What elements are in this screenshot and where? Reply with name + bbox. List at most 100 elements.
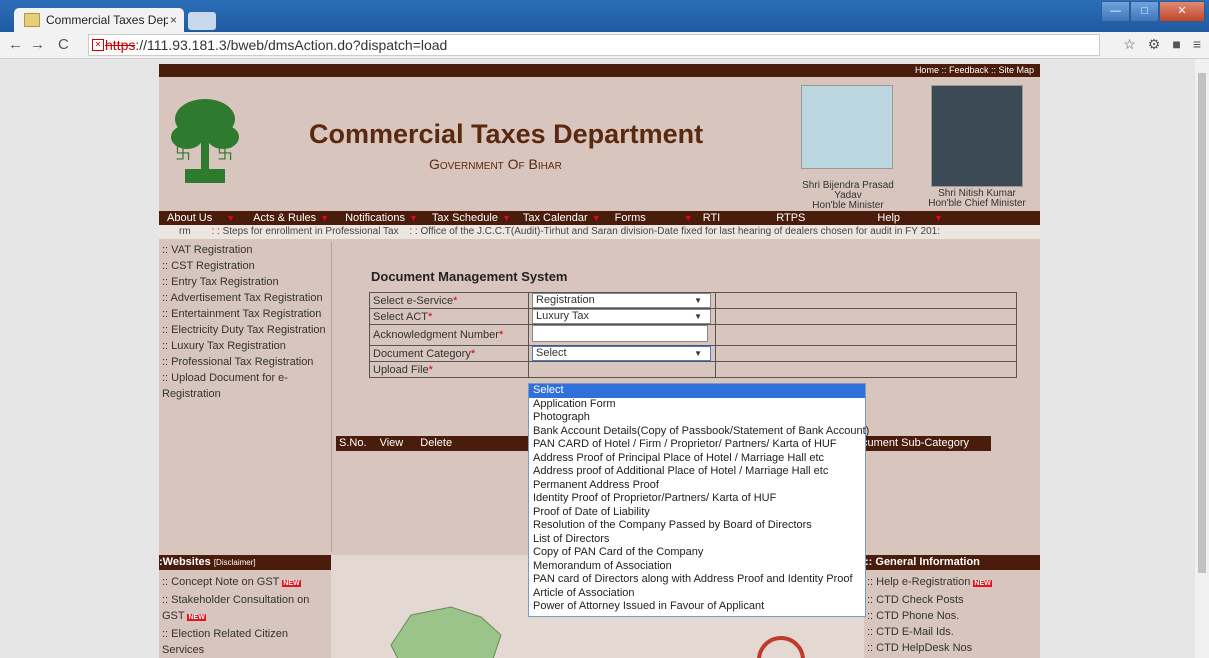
general-link[interactable]: :: Help e-Registration NEW: [867, 574, 1037, 592]
sidebar-item-advertisement[interactable]: :: Advertisement Tax Registration: [159, 290, 331, 306]
extension-square-icon[interactable]: ■: [1172, 36, 1180, 53]
sidebar-item-entry[interactable]: :: Entry Tax Registration: [159, 274, 331, 290]
sidebar-item-professional[interactable]: :: Professional Tax Registration: [159, 354, 331, 370]
new-tab-button[interactable]: [188, 12, 216, 30]
dropdown-option[interactable]: List of Directors: [529, 533, 865, 547]
website-link[interactable]: :: Concept Note on GST NEW: [162, 574, 327, 592]
news-ticker: rm : : Steps for enrollment in Professio…: [159, 225, 1040, 239]
extension-icon[interactable]: ⚙: [1148, 36, 1161, 53]
maximize-icon[interactable]: □: [1130, 1, 1159, 22]
menu-rti[interactable]: RTI: [703, 212, 721, 224]
chevron-down-icon: ▼: [934, 213, 943, 223]
websites-title: :Websites: [159, 556, 211, 568]
dropdown-option[interactable]: Copy of PAN Card of the Company: [529, 546, 865, 560]
label-category: Document Category: [373, 347, 471, 360]
menu-help[interactable]: Help: [877, 212, 900, 224]
menu-about-us[interactable]: About Us: [167, 212, 212, 224]
sidebar-item-entertainment[interactable]: :: Entertainment Tax Registration: [159, 306, 331, 322]
ack-number-input[interactable]: [532, 325, 708, 342]
menu-icon[interactable]: ≡: [1193, 36, 1201, 53]
general-link[interactable]: :: CTD E-Mail Ids.: [867, 624, 1037, 640]
bihar-emblem-icon: 卐 卐: [171, 99, 239, 183]
url-scheme: https: [105, 37, 136, 53]
menu-notifications[interactable]: Notifications: [345, 212, 405, 224]
tab-close-icon[interactable]: ×: [170, 13, 177, 27]
dropdown-option[interactable]: Address proof of Additional Place of Hot…: [529, 465, 865, 479]
dropdown-option[interactable]: Resolution of the Company Passed by Boar…: [529, 519, 865, 533]
dms-heading: Document Management System: [371, 269, 568, 284]
insecure-lock-icon: ✕: [92, 39, 104, 51]
website-link[interactable]: :: Election Related Citizen Services: [162, 626, 327, 658]
sidebar-item-electricity[interactable]: :: Electricity Duty Tax Registration: [159, 322, 331, 338]
general-link[interactable]: :: CTD Check Posts: [867, 592, 1037, 608]
dropdown-option[interactable]: Power of Attorney Issued in Favour of Ap…: [529, 600, 865, 614]
eservice-select[interactable]: Registration ▼: [532, 293, 711, 308]
forward-icon[interactable]: →: [30, 36, 45, 53]
sidebar-item-cst[interactable]: :: CST Registration: [159, 258, 331, 274]
general-info-panel: :: Help e-Registration NEW :: CTD Check …: [867, 574, 1037, 656]
tab-title: Commercial Taxes Depart: [46, 13, 168, 27]
sidebar-item-vat[interactable]: :: VAT Registration: [159, 242, 331, 258]
required-mark: *: [453, 294, 458, 307]
dropdown-option[interactable]: Photograph: [529, 411, 865, 425]
dropdown-option[interactable]: Proof of Date of Liability: [529, 506, 865, 520]
disclaimer-link[interactable]: [Disclaimer]: [214, 558, 256, 567]
star-icon[interactable]: ☆: [1123, 36, 1136, 53]
minimize-icon[interactable]: —: [1101, 1, 1130, 22]
col-view: View: [379, 437, 404, 449]
menu-rtps[interactable]: RTPS: [776, 212, 805, 224]
website-link-label: :: Election Related Citizen Services: [162, 628, 288, 656]
ticker-item[interactable]: Steps for enrollment in Professional Tax: [223, 226, 399, 237]
address-bar[interactable]: ✕ https://111.93.181.3/bweb/dmsAction.do…: [88, 34, 1100, 56]
browser-tab[interactable]: Commercial Taxes Depart ×: [14, 8, 184, 32]
dropdown-option[interactable]: Select: [529, 384, 865, 398]
general-link-label: :: Help e-Registration: [867, 576, 971, 588]
label-eservice: Select e-Service: [373, 294, 454, 307]
new-badge: NEW: [282, 580, 301, 587]
act-select[interactable]: Luxury Tax ▼: [532, 309, 711, 324]
general-link[interactable]: :: CTD Phone Nos.: [867, 608, 1037, 624]
dms-form: Select e-Service* Registration ▼ Select A…: [369, 292, 1017, 378]
minister-caption: Shri Bijendra Prasad Yadav Hon'ble Minis…: [795, 181, 901, 211]
scrollbar-thumb[interactable]: [1198, 73, 1206, 573]
dropdown-option[interactable]: Application Form: [529, 398, 865, 412]
dropdown-option[interactable]: Identity Proof of Proprietor/Partners/ K…: [529, 492, 865, 506]
general-link[interactable]: :: CTD HelpDesk Nos: [867, 640, 1037, 656]
sidebar-item-luxury[interactable]: :: Luxury Tax Registration: [159, 338, 331, 354]
dropdown-option[interactable]: Bank Account Details(Copy of Passbook/St…: [529, 425, 869, 439]
menu-forms[interactable]: Forms: [615, 212, 646, 224]
label-ack: Acknowledgment Number: [373, 329, 499, 341]
dropdown-option[interactable]: PAN card of Directors along with Address…: [529, 573, 865, 587]
chevron-down-icon: ▼: [683, 213, 693, 223]
sidebar-item-upload[interactable]: :: Upload Document for e-Registration: [159, 370, 302, 402]
browser-tabstrip: Commercial Taxes Depart × — □ ✕: [0, 0, 1209, 32]
favicon-icon: [24, 13, 40, 27]
dropdown-arrow-icon: ▼: [694, 349, 702, 358]
label-upload: Upload File: [373, 363, 429, 376]
label-act: Select ACT: [373, 310, 429, 323]
reload-icon[interactable]: C: [58, 36, 69, 53]
site-header: 卐 卐 Commercial Taxes Department Governme…: [159, 77, 1040, 211]
col-subcategory: cument Sub-Category: [862, 437, 969, 449]
dropdown-option[interactable]: Address Proof of Principal Place of Hote…: [529, 452, 865, 466]
ticker-item[interactable]: Office of the J.C.C.T(Audit)-Tirhut and …: [421, 226, 941, 237]
dropdown-option[interactable]: PAN CARD of Hotel / Firm / Proprietor/ P…: [529, 438, 865, 452]
close-window-icon[interactable]: ✕: [1159, 1, 1205, 22]
ticker-sep: : :: [409, 226, 418, 237]
dropdown-option[interactable]: Permanent Address Proof: [529, 479, 865, 493]
dropdown-option[interactable]: Article of Association: [529, 587, 865, 601]
page-scrollbar[interactable]: [1195, 59, 1209, 658]
chevron-down-icon: ▼: [501, 213, 511, 223]
svg-text:卐: 卐: [175, 144, 191, 163]
menu-tax-schedule[interactable]: Tax Schedule: [432, 212, 498, 224]
dropdown-option[interactable]: Memorandum of Association: [529, 560, 865, 574]
menu-tax-calendar[interactable]: Tax Calendar: [523, 212, 588, 224]
back-icon[interactable]: ←: [8, 36, 23, 53]
menu-acts-rules[interactable]: Acts & Rules: [253, 212, 316, 224]
minister-name: Shri Bijendra Prasad Yadav: [802, 180, 894, 201]
category-select[interactable]: Select ▼: [532, 346, 711, 361]
website-link[interactable]: :: Stakeholder Consultation on GST NEW: [162, 592, 327, 626]
new-badge: NEW: [187, 614, 206, 621]
top-links[interactable]: Home :: Feedback :: Site Map: [159, 64, 1040, 77]
window-controls: — □ ✕: [1101, 1, 1205, 22]
